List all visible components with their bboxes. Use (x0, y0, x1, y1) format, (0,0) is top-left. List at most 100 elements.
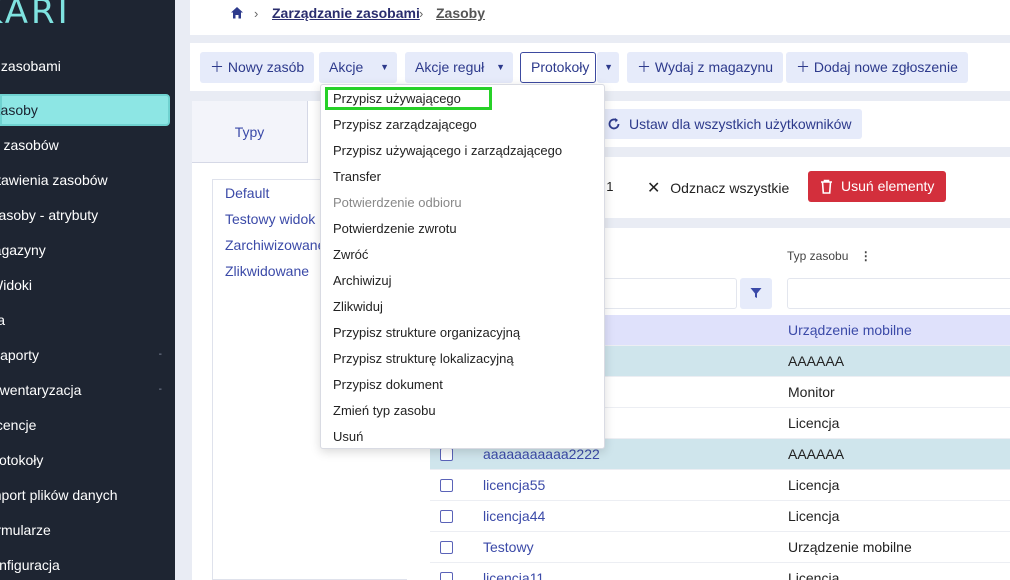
sidebar-section-title: Zarządzanie zasobami (0, 58, 61, 74)
rule-actions-button[interactable]: Akcje reguł ▼ (405, 52, 513, 83)
sidebar-item[interactable]: Konfiguracja (0, 549, 170, 580)
new-resource-label: Nowy zasób (227, 59, 305, 75)
menu-item[interactable]: Archiwizuj (333, 273, 392, 288)
deselect-all-button[interactable]: ✕ Odznacz wszystkie (647, 178, 789, 198)
set-for-all-users-button[interactable]: Ustaw dla wszystkich użytkowników (597, 109, 862, 139)
add-ticket-button[interactable]: ＋ Dodaj nowe zgłoszenie (786, 52, 968, 83)
sidebar-item[interactable]: Ustawienia zasobów (0, 164, 170, 196)
row-checkbox[interactable] (440, 448, 453, 461)
sidebar-item[interactable]: Zasoby - atrybuty (0, 199, 170, 231)
menu-item[interactable]: Usuń (333, 429, 363, 444)
menu-item: Potwierdzenie odbioru (333, 195, 462, 210)
menu-item[interactable]: Przypisz używającego i zarządzającego (333, 143, 562, 158)
menu-item[interactable]: Przypisz dokument (333, 377, 443, 392)
deselect-all-label: Odznacz wszystkie (670, 180, 790, 196)
resource-name-link[interactable]: Testowy (483, 532, 534, 563)
sidebar-item-label: Import plików danych (0, 487, 118, 503)
main-area: › Zarządzanie zasobami › Zasoby ＋ Nowy z… (175, 0, 1010, 580)
filter-button[interactable] (740, 278, 772, 309)
plus-icon: ＋ (637, 59, 651, 75)
expand-icon[interactable]: - (159, 374, 162, 406)
sidebar-item[interactable]: Formularze (0, 514, 170, 546)
resource-type: AAAAAA (788, 353, 845, 369)
home-icon[interactable] (230, 6, 244, 20)
menu-item[interactable]: Przypisz zarządzającego (333, 117, 477, 132)
menu-item[interactable]: Zmień typ zasobu (333, 403, 436, 418)
sidebar-item[interactable]: Magazyny (0, 234, 170, 266)
resource-name-link[interactable]: licencja44 (483, 501, 545, 532)
resource-type: Licencja (788, 570, 840, 580)
resource-type: Monitor (788, 384, 835, 400)
trash-icon (821, 179, 832, 194)
table-row[interactable]: licencja11 Licencja (430, 563, 1010, 580)
breadcrumb-current-link[interactable]: Zasoby (436, 5, 485, 21)
menu-item[interactable]: Zwróć (333, 247, 368, 262)
sidebar-item-label: Typy zasobów (0, 137, 59, 153)
tab-types[interactable]: Typy (192, 101, 308, 163)
row-checkbox[interactable] (440, 541, 453, 554)
breadcrumb-current-label[interactable]: Zasoby (436, 5, 485, 21)
resource-type: Licencja (788, 477, 840, 493)
issue-from-warehouse-button[interactable]: ＋ Wydaj z magazynu (627, 52, 784, 83)
sidebar-item[interactable]: Licencje (0, 409, 170, 441)
table-row[interactable]: licencja55 Licencja (430, 470, 1010, 501)
breadcrumb: › Zarządzanie zasobami › Zasoby (190, 0, 1010, 35)
expand-icon[interactable]: - (159, 339, 162, 371)
set-for-all-users-label: Ustaw dla wszystkich użytkowników (629, 116, 852, 132)
resource-type: Licencja (788, 508, 840, 524)
sidebar-item-label: Mapa (0, 312, 6, 328)
sidebar-item[interactable]: Zasoby (0, 94, 170, 126)
menu-item[interactable]: Transfer (333, 169, 381, 184)
sidebar-item-label: Zasoby - atrybuty (0, 207, 99, 223)
sidebar-item-label: Formularze (0, 522, 51, 538)
row-checkbox[interactable] (440, 510, 453, 523)
view-item[interactable]: Zlikwidowane (225, 263, 309, 279)
table-row[interactable]: licencja44 Licencja (430, 501, 1010, 532)
plus-icon: ＋ (796, 59, 810, 75)
menu-item[interactable]: Przypisz strukture organizacyjną (333, 325, 520, 340)
protocols-button[interactable]: Protokoły (520, 52, 596, 83)
view-item[interactable]: Zarchiwizowane (225, 237, 325, 253)
view-item[interactable]: Testowy widok (225, 211, 315, 227)
row-checkbox[interactable] (440, 572, 453, 580)
sidebar-item[interactable]: Widoki (0, 269, 170, 301)
caret-down-icon: ▼ (604, 62, 613, 72)
sidebar-item[interactable]: Typy zasobów (0, 129, 170, 161)
view-item[interactable]: Default (225, 185, 269, 201)
plus-icon: ＋ (210, 59, 224, 75)
sidebar-item[interactable]: Inwentaryzacja - (0, 374, 170, 406)
menu-item[interactable]: Przypisz używającego (333, 91, 461, 106)
new-resource-button[interactable]: ＋ Nowy zasób (200, 52, 315, 83)
column-header-type-label: Typ zasobu (787, 249, 849, 263)
resource-name-link[interactable]: licencja11 (483, 563, 544, 580)
refresh-icon (608, 118, 620, 130)
actions-button[interactable]: Akcje ▼ (319, 52, 397, 83)
column-header-type[interactable]: Typ zasobu ⋮ (787, 249, 872, 263)
close-icon: ✕ (647, 180, 661, 197)
protocols-dropdown-toggle[interactable]: ▼ (597, 52, 619, 83)
resource-name-link[interactable]: licencja55 (483, 470, 545, 501)
row-checkbox[interactable] (440, 479, 453, 492)
table-row[interactable]: Testowy Urządzenie mobilne (430, 532, 1010, 563)
delete-items-button[interactable]: Usuń elementy (808, 171, 947, 202)
sidebar-item[interactable]: Raporty - (0, 339, 170, 371)
more-vertical-icon[interactable]: ⋮ (860, 249, 872, 263)
rule-actions-label: Akcje reguł (415, 59, 485, 75)
caret-down-icon: ▼ (496, 62, 505, 72)
sidebar: KARI Zarządzanie zasobami Zasoby Typy zas… (0, 0, 175, 580)
menu-item[interactable]: Zlikwiduj (333, 299, 383, 314)
sidebar-item-label: Licencje (0, 417, 37, 433)
app-logo: KARI (0, 0, 71, 32)
sidebar-item[interactable]: Import plików danych (0, 479, 170, 511)
sidebar-item[interactable]: Mapa (0, 304, 170, 336)
breadcrumb-parent-link[interactable]: Zarządzanie zasobami (272, 5, 420, 21)
sidebar-item[interactable]: Protokoły (0, 444, 170, 476)
protocols-label: Protokoły (531, 59, 590, 75)
breadcrumb-parent-label[interactable]: Zarządzanie zasobami (272, 5, 420, 21)
type-filter-input[interactable] (787, 278, 1010, 309)
sidebar-item-label: Magazyny (0, 242, 46, 258)
resource-type: Licencja (788, 415, 840, 431)
menu-item[interactable]: Przypisz strukturę lokalizacyjną (333, 351, 514, 366)
issue-from-warehouse-label: Wydaj z magazynu (654, 59, 774, 75)
menu-item[interactable]: Potwierdzenie zwrotu (333, 221, 457, 236)
